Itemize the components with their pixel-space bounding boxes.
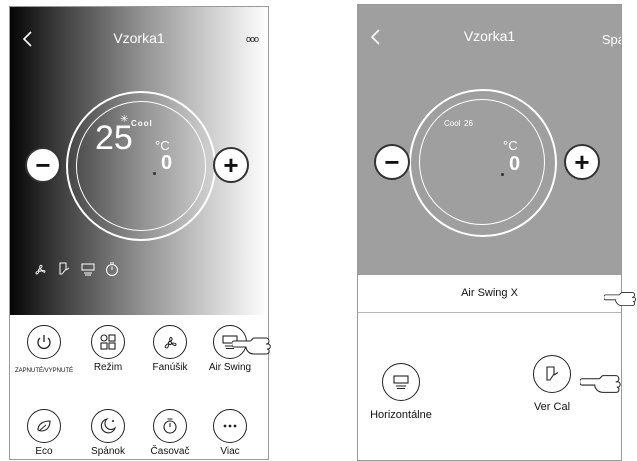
- power-icon: [27, 325, 61, 359]
- temperature-value: 25: [95, 119, 133, 157]
- mode-label: Cool: [131, 119, 153, 128]
- more-button[interactable]: Viac: [199, 409, 261, 457]
- mode-label-text: Režim: [93, 362, 123, 373]
- more-label-text: Viac: [220, 446, 240, 457]
- horizontal-swing-label: Horizontálne: [370, 409, 432, 421]
- fan-label-text: Fanúšik: [152, 362, 188, 373]
- temperature-decimal: 0: [509, 153, 521, 175]
- eco-button[interactable]: Eco: [13, 409, 75, 457]
- device-title: Vzorka1: [463, 28, 516, 44]
- timer-icon: [104, 261, 120, 277]
- fan-icon: [153, 325, 187, 359]
- vertical-swing-icon: [533, 355, 571, 393]
- eco-leaf-icon: [27, 409, 61, 443]
- temperature-small: 26: [464, 119, 473, 128]
- sleep-button[interactable]: Spánok: [77, 409, 139, 457]
- sleep-icon: [91, 409, 125, 443]
- eco-label-text: Eco: [35, 446, 53, 457]
- air-swing-header: Air Swing X: [358, 275, 621, 313]
- pointing-hand-icon: [580, 375, 621, 393]
- control-panel: Vzorka1 ooo − + Cool ✳ 25 °C 0: [10, 7, 268, 315]
- control-panel: Vzorka1 Spá − + Cool 26 °C 0: [358, 5, 621, 275]
- vertical-swing-icon: [56, 261, 72, 277]
- timer-button[interactable]: Časovač: [139, 409, 201, 457]
- left-phone-screen: Vzorka1 ooo − + Cool ✳ 25 °C 0 ZAPNUTÉ/V…: [9, 6, 269, 460]
- mode-icon: [91, 325, 125, 359]
- increase-temperature-button[interactable]: +: [213, 147, 249, 183]
- device-title: Vzorka1: [113, 30, 165, 46]
- timer-icon: [153, 409, 187, 443]
- sleep-shortcut[interactable]: Spá: [602, 32, 621, 47]
- pointing-hand-icon: [604, 291, 636, 307]
- decrease-temperature-button[interactable]: −: [374, 144, 410, 180]
- decrease-temperature-button[interactable]: −: [25, 147, 61, 183]
- timer-label-text: Časovač: [150, 446, 190, 457]
- mode-button[interactable]: Režim: [77, 325, 139, 373]
- temperature-unit: °C: [155, 138, 170, 153]
- more-options-icon[interactable]: ooo: [246, 34, 259, 44]
- pointing-hand-icon: [232, 337, 271, 355]
- more-dots-icon: [213, 409, 247, 443]
- increase-temperature-button[interactable]: +: [564, 144, 600, 180]
- horizontal-swing-option[interactable]: Horizontálne: [358, 363, 446, 421]
- power-button[interactable]: ZAPNUTÉ/VYPNUTÉ: [13, 325, 75, 374]
- horizontal-swing-icon: [382, 363, 420, 401]
- decimal-dot: [153, 172, 156, 175]
- sleep-label-text: Spánok: [91, 446, 125, 457]
- power-label: ZAPNUTÉ/VYPNUTÉ: [14, 368, 73, 374]
- mode-label: Cool: [444, 119, 461, 128]
- fan-icon: [32, 261, 48, 277]
- fan-button[interactable]: Fanúšik: [139, 325, 201, 373]
- temperature-dial-inner: [419, 99, 545, 225]
- temperature-unit: °C: [503, 138, 518, 153]
- decimal-dot: [501, 173, 504, 176]
- vertical-swing-label: Ver Cal: [533, 401, 571, 413]
- temperature-decimal: 0: [161, 152, 173, 174]
- horizontal-swing-icon: [80, 261, 96, 277]
- air-swing-label-text: Air Swing: [208, 362, 252, 373]
- status-icons-row: [32, 261, 120, 277]
